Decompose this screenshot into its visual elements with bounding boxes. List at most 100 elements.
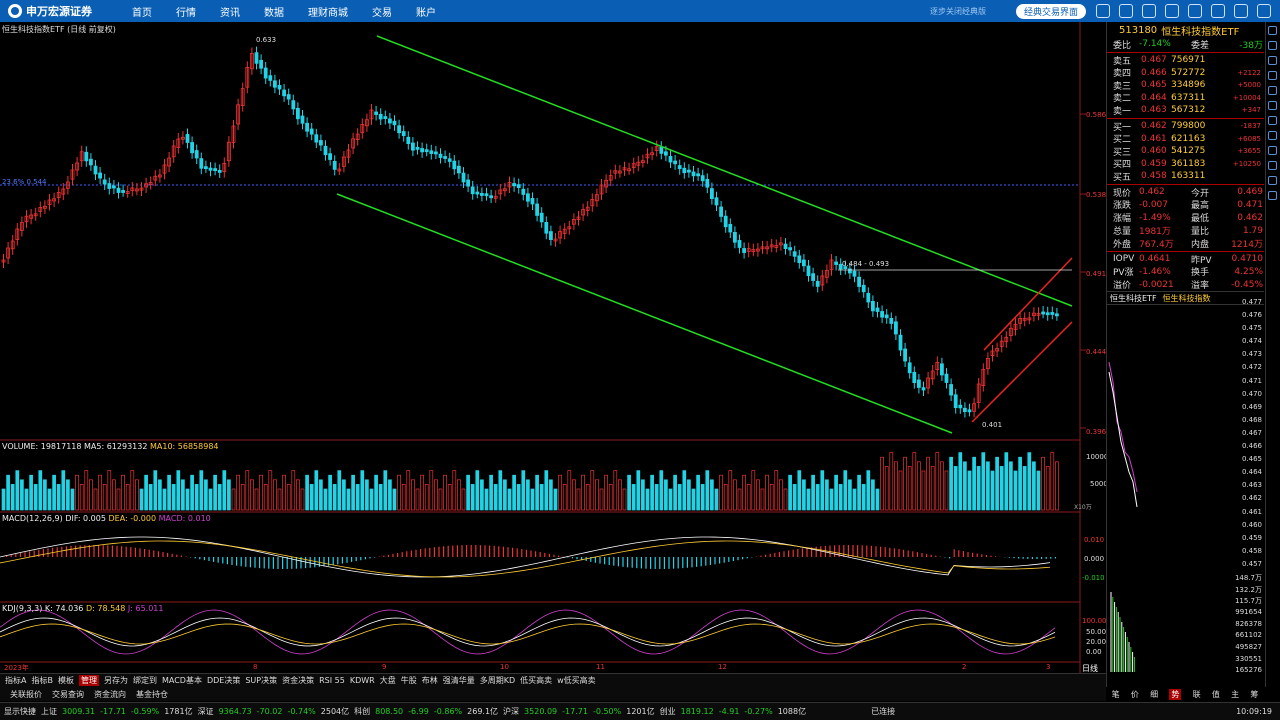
indicator-tab[interactable]: 资金决策: [282, 675, 314, 686]
indicator-tab[interactable]: 绑定到: [133, 675, 157, 686]
volume-bar: [457, 479, 461, 511]
f10-icon[interactable]: [1268, 176, 1277, 185]
indicator-tab[interactable]: RSI 55: [319, 676, 345, 685]
mode-tab[interactable]: 筹: [1250, 689, 1258, 700]
indicator-tab[interactable]: 另存为: [104, 675, 128, 686]
mail-icon[interactable]: [1142, 4, 1156, 18]
index-cy-name[interactable]: 创业: [660, 706, 676, 717]
volume-bar: [700, 484, 705, 511]
layout-icon[interactable]: [1268, 131, 1277, 140]
indicator-tab[interactable]: 指标A: [5, 675, 26, 686]
stat-label: IOPV: [1113, 254, 1135, 265]
compare-icon[interactable]: [1268, 161, 1277, 170]
bid-row[interactable]: 买四 0.459 361183 +10250: [1107, 158, 1264, 171]
chart-icon[interactable]: [1268, 56, 1277, 65]
settings-icon[interactable]: [1188, 4, 1202, 18]
indicator-tab[interactable]: 多周期KD: [480, 675, 515, 686]
zoom-icon[interactable]: [1268, 86, 1277, 95]
volume-bar: [875, 488, 880, 511]
tick-chart[interactable]: [1107, 282, 1265, 672]
mode-tab[interactable]: 笔: [1112, 689, 1120, 700]
indicator-tab[interactable]: 牛股: [401, 675, 417, 686]
candle: [300, 115, 305, 124]
skin-icon[interactable]: [1165, 4, 1179, 18]
mode-tab[interactable]: 值: [1212, 689, 1220, 700]
volume-bar: [779, 479, 783, 511]
mode-tab[interactable]: 价: [1131, 689, 1139, 700]
ask-row[interactable]: 卖一 0.463 567312 +347: [1107, 104, 1264, 117]
volume-bar: [866, 470, 871, 511]
window-icon[interactable]: [1268, 146, 1277, 155]
nav-home[interactable]: 首页: [132, 4, 152, 19]
volume-bar: [176, 470, 181, 511]
headset-icon[interactable]: [1119, 4, 1133, 18]
kline-chart[interactable]: [0, 22, 1106, 673]
quick-toggle[interactable]: 显示快捷: [4, 706, 36, 717]
bottom-tab[interactable]: 交易查询: [52, 689, 84, 700]
indicator-tab[interactable]: MACD基本: [162, 675, 202, 686]
draw-icon[interactable]: [1268, 101, 1277, 110]
bid-row[interactable]: 买三 0.460 541275 +3655: [1107, 145, 1264, 158]
bid-row[interactable]: 买五 0.458 163311: [1107, 170, 1264, 183]
grid-icon[interactable]: [1268, 26, 1277, 35]
volume-bar: [466, 474, 470, 511]
nav-data[interactable]: 数据: [264, 4, 284, 19]
indicator-tab[interactable]: 大盘: [380, 675, 396, 686]
minimize-icon[interactable]: [1211, 4, 1225, 18]
row-volume: 621163: [1171, 133, 1206, 144]
indicator-tab[interactable]: KDWR: [350, 676, 375, 685]
row-price: 0.459: [1141, 158, 1167, 169]
nav-quotes[interactable]: 行情: [176, 4, 196, 19]
candle: [295, 107, 300, 120]
indicator-tab[interactable]: 低买高卖: [520, 675, 552, 686]
index-sz-name[interactable]: 深证: [198, 706, 214, 717]
nav-trade[interactable]: 交易: [372, 4, 392, 19]
index-hs-name[interactable]: 沪深: [503, 706, 519, 717]
high-label: 0.633: [256, 36, 277, 44]
mode-tab[interactable]: 势: [1169, 688, 1182, 700]
index-kc-name[interactable]: 科创: [354, 706, 370, 717]
candle: [691, 171, 696, 177]
classic-trade-button[interactable]: 经典交易界面: [1015, 3, 1086, 19]
bottom-tab[interactable]: 关联报价: [10, 689, 42, 700]
indicator-tab[interactable]: SUP决策: [245, 675, 277, 686]
person-icon[interactable]: [1096, 4, 1110, 18]
mode-tab[interactable]: 联: [1193, 689, 1201, 700]
ask-row[interactable]: 卖三 0.465 334896 +5000: [1107, 79, 1264, 92]
indicator-tab[interactable]: DDE决策: [207, 675, 240, 686]
date-label: 9: [382, 663, 387, 671]
nav-news[interactable]: 资讯: [220, 4, 240, 19]
row-label: 买一: [1113, 122, 1132, 133]
indicator-tab[interactable]: 强清华量: [443, 675, 475, 686]
brand-logo[interactable]: 申万宏源证券: [0, 0, 112, 22]
row-label: 卖二: [1113, 94, 1132, 105]
nav-account[interactable]: 账户: [416, 4, 436, 19]
row-price: 0.463: [1141, 105, 1167, 116]
pen-icon[interactable]: [1268, 116, 1277, 125]
indicator-tab[interactable]: 管理: [78, 675, 99, 686]
volume-bar: [562, 484, 567, 511]
ask-row[interactable]: 卖二 0.464 637311 +10004: [1107, 92, 1264, 105]
maximize-icon[interactable]: [1234, 4, 1248, 18]
mode-tab[interactable]: 主: [1231, 689, 1239, 700]
nav-mall[interactable]: 理财商城: [308, 4, 348, 19]
bottom-tab[interactable]: 基金持仓: [136, 689, 168, 700]
ask-row[interactable]: 卖五 0.467 756971: [1107, 54, 1264, 67]
indicator-tab[interactable]: 模板: [58, 675, 74, 686]
ask-row[interactable]: 卖四 0.466 572772 +2122: [1107, 66, 1264, 80]
indicator-tab[interactable]: w低买高卖: [557, 675, 596, 686]
bid-row[interactable]: 买一 0.462 799800 -1837: [1107, 120, 1264, 133]
candle: [383, 116, 388, 119]
macd-dif: DIF: 0.005: [65, 514, 106, 523]
stat-row: 涨跌 -0.007 最高 0.471: [1107, 199, 1264, 212]
bid-row[interactable]: 买二 0.461 621163 +6085: [1107, 132, 1264, 146]
calendar-icon[interactable]: [1268, 191, 1277, 200]
indicator-tab[interactable]: 布林: [422, 675, 438, 686]
indicator-tab[interactable]: 指标B: [31, 675, 53, 686]
bottom-tab[interactable]: 资金流向: [94, 689, 126, 700]
news-icon[interactable]: [1268, 71, 1277, 80]
close-icon[interactable]: [1257, 4, 1271, 18]
mode-tab[interactable]: 细: [1150, 689, 1158, 700]
index-sh-name[interactable]: 上证: [41, 706, 57, 717]
list-icon[interactable]: [1268, 41, 1277, 50]
